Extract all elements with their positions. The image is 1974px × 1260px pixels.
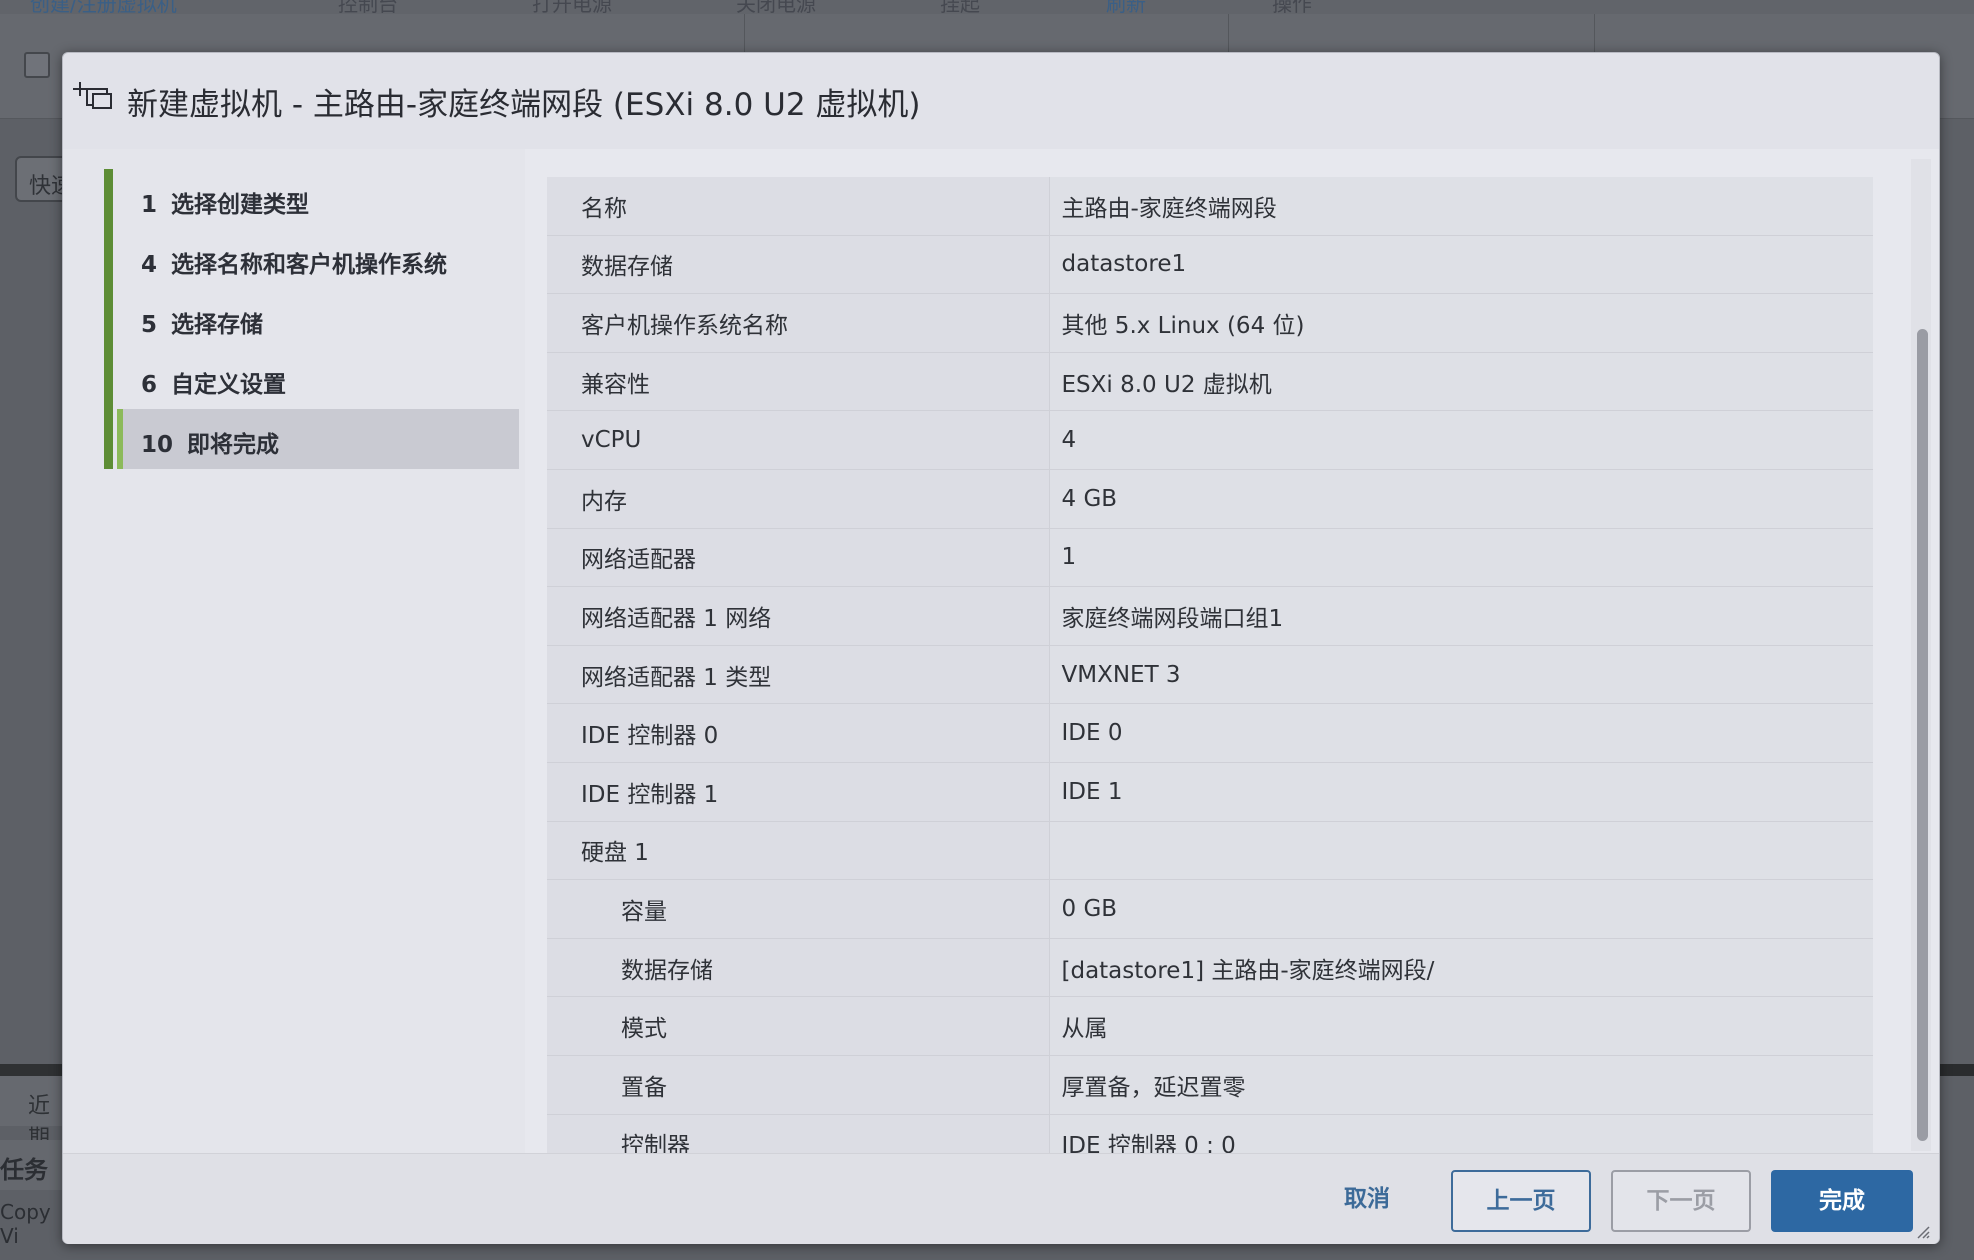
summary-value: IDE 0 [1049,703,1873,763]
bg-recent-tasks-tab: 近期 [0,1076,70,1151]
summary-label: IDE 控制器 0 [547,703,1050,763]
summary-value: datastore1 [1049,235,1873,295]
summary-value: 家庭终端网段端口组1 [1049,586,1873,646]
summary-row: 置备 厚置备，延迟置零 [547,1055,1873,1115]
summary-row: 模式 从属 [547,996,1873,1056]
next-button: 下一页 [1611,1170,1751,1232]
step-select-creation-type[interactable]: 1 选择创建类型 [123,169,525,229]
summary-label: 模式 [547,996,1050,1056]
summary-label: 网络适配器 1 网络 [547,586,1050,646]
step-number: 1 [141,192,158,218]
summary-panel: 名称 主路由-家庭终端网段 数据存储 datastore1 客户机操作系统名称 其他 5.… [525,149,1915,1174]
cancel-button[interactable]: 取消 [1305,1170,1429,1232]
summary-label: IDE 控制器 1 [547,762,1050,822]
bg-divider-strip [1938,1064,1974,1076]
summary-label: 内存 [547,469,1050,529]
background-toolbar: 创建/注册虚拟机 控制台 打开电源 关闭电源 挂起 刷新 操作 [0,0,1974,16]
step-label: 选择存储 [171,312,264,338]
new-vm-icon [73,82,112,109]
summary-row: IDE 控制器 1 IDE 1 [547,762,1873,822]
dialog-header: 新建虚拟机 - 主路由-家庭终端网段 (ESXi 8.0 U2 虚拟机) [63,53,1939,149]
summary-row: 网络适配器 1 [547,528,1873,588]
summary-label: 数据存储 [547,235,1050,295]
summary-row: 容量 0 GB [547,879,1873,939]
summary-row: 硬盘 1 [547,821,1873,881]
summary-value: VMXNET 3 [1049,645,1873,705]
summary-value [1049,821,1873,881]
step-select-name-os[interactable]: 4 选择名称和客户机操作系统 [123,229,525,289]
summary-label: 数据存储 [547,938,1050,998]
step-label: 选择创建类型 [171,192,310,218]
summary-label: vCPU [547,410,1050,470]
summary-label: 置备 [547,1055,1050,1115]
bg-select-all-checkbox [24,52,50,78]
dialog-title: 新建虚拟机 - 主路由-家庭终端网段 (ESXi 8.0 U2 虚拟机) [127,87,921,123]
summary-row: vCPU 4 [547,410,1873,470]
finish-button[interactable]: 完成 [1771,1170,1913,1232]
resize-grip-icon[interactable] [1915,1225,1931,1239]
summary-row: 客户机操作系统名称 其他 5.x Linux (64 位) [547,293,1873,353]
summary-row: 名称 主路由-家庭终端网段 [547,177,1873,236]
summary-value: 4 GB [1049,469,1873,529]
summary-value: 厚置备，延迟置零 [1049,1055,1873,1115]
bg-task-row: Copy Vi [0,1200,51,1248]
wizard-steps: 1 选择创建类型 4 选择名称和客户机操作系统 5 选择存储 6 自定义设置 10 即将完… [63,149,525,1153]
new-vm-wizard-dialog: 新建虚拟机 - 主路由-家庭终端网段 (ESXi 8.0 U2 虚拟机) 1 选择… [62,52,1940,1244]
summary-row: 兼容性 ESXi 8.0 U2 虚拟机 [547,352,1873,412]
summary-row: 网络适配器 1 网络 家庭终端网段端口组1 [547,586,1873,646]
step-select-storage[interactable]: 5 选择存储 [123,289,525,349]
summary-value: ESXi 8.0 U2 虚拟机 [1049,352,1873,412]
summary-row: IDE 控制器 0 IDE 0 [547,703,1873,763]
summary-value: 其他 5.x Linux (64 位) [1049,293,1873,353]
summary-row: 数据存储 datastore1 [547,235,1873,295]
summary-value: [datastore1] 主路由-家庭终端网段/ [1049,938,1873,998]
summary-label: 网络适配器 1 类型 [547,645,1050,705]
summary-label: 名称 [547,177,1050,236]
summary-row: 数据存储 [datastore1] 主路由-家庭终端网段/ [547,938,1873,998]
step-number: 10 [141,432,174,458]
summary-table: 名称 主路由-家庭终端网段 数据存储 datastore1 客户机操作系统名称 其他 5.… [547,177,1873,1174]
step-label: 自定义设置 [171,372,287,398]
summary-label: 客户机操作系统名称 [547,293,1050,353]
dialog-body: 1 选择创建类型 4 选择名称和客户机操作系统 5 选择存储 6 自定义设置 10 即将完… [63,149,1939,1174]
summary-row: 网络适配器 1 类型 VMXNET 3 [547,645,1873,705]
step-ready-to-complete[interactable]: 10 即将完成 [117,409,519,469]
scrollbar-thumb[interactable] [1917,329,1928,1141]
summary-label: 兼容性 [547,352,1050,412]
step-number: 4 [141,252,158,278]
summary-label: 硬盘 1 [547,821,1050,881]
summary-value: 从属 [1049,996,1873,1056]
summary-label: 容量 [547,879,1050,939]
step-number: 5 [141,312,158,338]
summary-value: IDE 1 [1049,762,1873,822]
summary-value: 1 [1049,528,1873,588]
step-label: 即将完成 [187,432,280,458]
summary-table-body: 名称 主路由-家庭终端网段 数据存储 datastore1 客户机操作系统名称 其他 5.… [547,177,1873,1174]
bg-tasks-header: 任务 [0,1140,70,1190]
summary-value: 主路由-家庭终端网段 [1049,177,1873,236]
step-progress-bar [104,169,113,469]
step-number: 6 [141,372,158,398]
summary-row: 内存 4 GB [547,469,1873,529]
summary-value: 0 GB [1049,879,1873,939]
step-label: 选择名称和客户机操作系统 [171,252,448,278]
step-customize-settings[interactable]: 6 自定义设置 [123,349,525,409]
dialog-footer: 取消 上一页 下一页 完成 [63,1153,1939,1244]
summary-label: 网络适配器 [547,528,1050,588]
summary-value: 4 [1049,410,1873,470]
previous-button[interactable]: 上一页 [1451,1170,1591,1232]
